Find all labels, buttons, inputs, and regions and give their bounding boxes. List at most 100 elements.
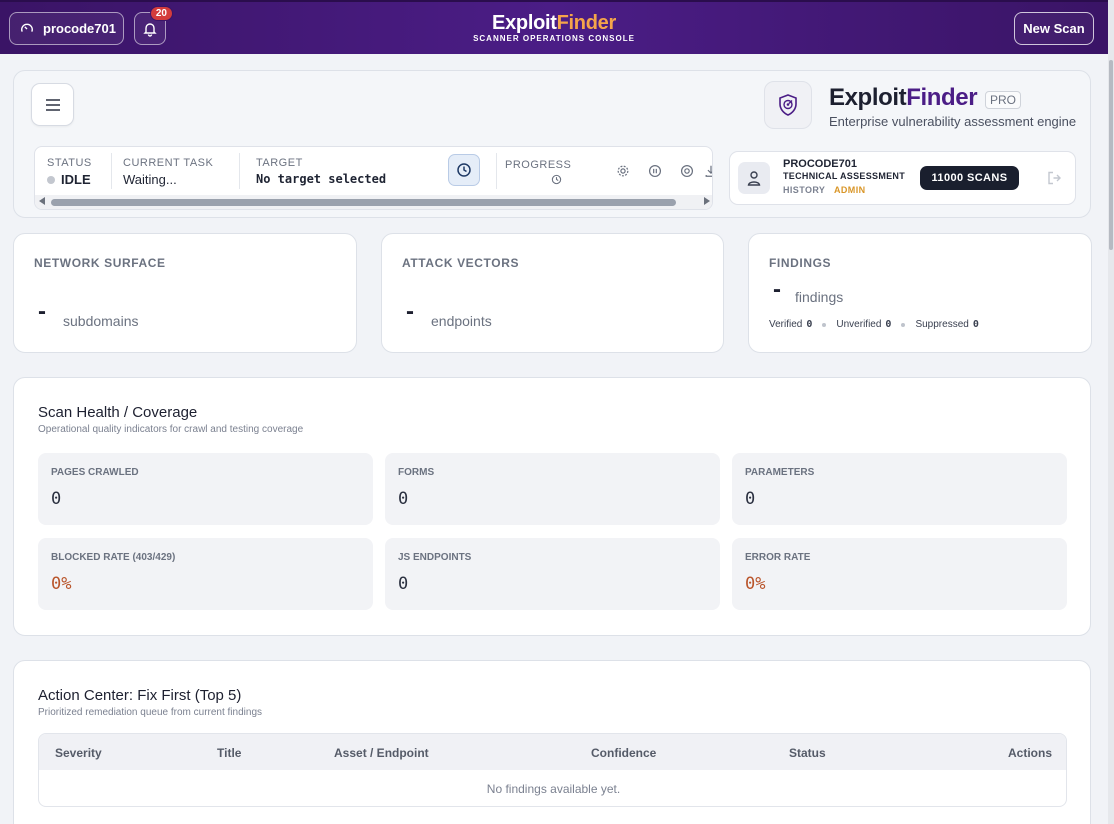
metric-label: BLOCKED RATE (403/429) [51,552,176,563]
brand-subtitle: SCANNER OPERATIONS CONSOLE [473,34,635,43]
scan-history-button[interactable] [448,154,480,186]
column-severity[interactable]: Severity [55,746,102,760]
brand-name-main: Exploit [492,12,557,34]
metric-label: PAGES CRAWLED [51,467,139,478]
hero-title-main: Exploit [829,84,907,111]
metric-error-rate: ERROR RATE 0% [732,538,1067,610]
app-logo [764,81,812,129]
target-value: No target selected [256,172,387,186]
column-actions[interactable]: Actions [1008,746,1052,760]
page-scrollbar[interactable] [1108,0,1114,824]
suppressed-count: 0 [972,319,979,330]
unverified-count: 0 [885,319,892,330]
user-card-name: PROCODE701 [783,158,857,170]
column-asset[interactable]: Asset / Endpoint [334,746,429,760]
verified-count: 0 [806,319,813,330]
current-task-value: Waiting... [123,172,177,187]
target-cell: TARGET No target selected [256,147,436,195]
download-icon [705,165,712,177]
findings-table: Severity Title Asset / Endpoint Confiden… [38,733,1067,807]
findings-unit: findings [795,289,844,305]
metric-forms: FORMS 0 [385,453,720,525]
download-button[interactable] [703,163,712,179]
current-task-label: CURRENT TASK [123,157,214,169]
status-cell: STATUS IDLE [47,147,117,195]
hero-title: ExploitFinder [829,84,978,112]
scan-health-subtitle: Operational quality indicators for crawl… [38,424,304,435]
scan-health-title: Scan Health / Coverage [38,404,198,421]
pause-icon [648,164,662,178]
action-center-subtitle: Prioritized remediation queue from curre… [38,707,262,718]
user-card: PROCODE701 TECHNICAL ASSESSMENT HISTORY … [729,151,1076,205]
progress-cell: PROGRESS [505,147,575,195]
column-status[interactable]: Status [789,746,826,760]
findings-card: FINDINGS - findings Verified 0 Unverified… [748,233,1092,353]
action-center-title: Action Center: Fix First (Top 5) [38,687,242,704]
metric-value: 0 [398,574,409,594]
settings-button[interactable] [615,163,631,179]
status-dot-icon [47,176,55,184]
status-strip-scrollbar[interactable] [35,195,712,209]
metric-js-endpoints: JS ENDPOINTS 0 [385,538,720,610]
metric-pages-crawled: PAGES CRAWLED 0 [38,453,373,525]
user-card-role: TECHNICAL ASSESSMENT [783,171,906,181]
attack-vectors-title: ATTACK VECTORS [402,256,520,270]
progress-clock-icon [551,174,562,185]
suppressed-label: Suppressed [915,319,969,330]
clock-icon [457,163,471,177]
gear-icon [617,165,629,177]
metric-value: 0 [745,489,756,509]
avatar [738,162,770,194]
attack-vectors-card: ATTACK VECTORS - endpoints [381,233,724,353]
column-title[interactable]: Title [217,746,241,760]
hero-subtitle: Enterprise vulnerability assessment engi… [829,114,1077,129]
brand-name-accent: Finder [556,12,617,34]
status-label: STATUS [47,157,92,169]
new-scan-button[interactable]: New Scan [1014,12,1094,45]
shield-target-icon [779,94,797,116]
menu-button[interactable] [31,83,74,126]
metric-blocked-rate: BLOCKED RATE (403/429) 0% [38,538,373,610]
status-text: IDLE [61,172,91,187]
stop-button[interactable] [679,163,695,179]
findings-breakdown: Verified 0 Unverified 0 Suppressed 0 [769,319,979,330]
unverified-label: Unverified [836,319,882,330]
hamburger-icon [45,98,60,111]
attack-vectors-value: - [406,298,414,325]
empty-table-message: No findings available yet. [486,782,621,796]
network-surface-value: - [38,298,46,325]
status-value: IDLE [47,172,91,187]
findings-title: FINDINGS [769,256,832,270]
attack-vectors-unit: endpoints [431,313,492,329]
logout-icon [1048,171,1061,185]
action-center-section: Action Center: Fix First (Top 5) Priorit… [13,660,1091,824]
metric-label: PARAMETERS [745,467,815,478]
metric-label: JS ENDPOINTS [398,552,472,563]
scan-status-strip: STATUS IDLE CURRENT TASK Waiting... TARG… [34,146,713,210]
verified-label: Verified [769,319,803,330]
hero-panel: ExploitFinder PRO Enterprise vulnerabili… [13,70,1091,218]
metric-value: 0% [745,574,766,594]
metric-value: 0% [51,574,72,594]
pause-button[interactable] [647,163,663,179]
target-label: TARGET [256,157,303,169]
table-header: Severity Title Asset / Endpoint Confiden… [39,734,1066,770]
hero-title-accent: Finder [906,84,978,111]
logout-button[interactable] [1046,170,1062,191]
stop-icon [680,164,694,178]
history-link[interactable]: HISTORY [783,185,825,195]
admin-link[interactable]: ADMIN [834,185,866,195]
network-surface-card: NETWORK SURFACE - subdomains [13,233,357,353]
scan-health-section: Scan Health / Coverage Operational quali… [13,377,1091,636]
metric-parameters: PARAMETERS 0 [732,453,1067,525]
top-bar: procode701 20 ExploitFinder SCANNER OPER… [0,0,1108,54]
metric-value: 0 [398,489,409,509]
user-icon [747,171,761,186]
pro-badge: PRO [985,91,1022,109]
column-confidence[interactable]: Confidence [591,746,656,760]
metric-label: FORMS [398,467,435,478]
metric-label: ERROR RATE [745,552,811,563]
network-surface-unit: subdomains [63,313,139,329]
brand-logo: ExploitFinder SCANNER OPERATIONS CONSOLE [0,13,1108,43]
progress-label: PROGRESS [505,159,572,171]
